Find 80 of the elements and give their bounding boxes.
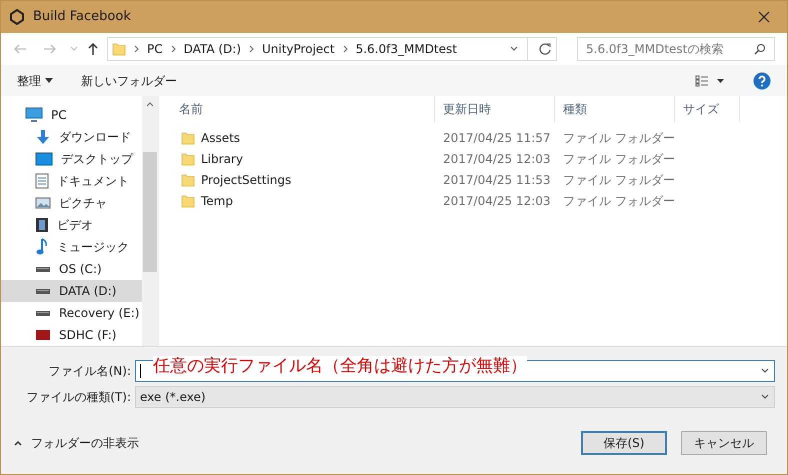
down-arrow-icon <box>35 129 51 145</box>
film-icon <box>35 217 49 233</box>
filetype-label: ファイルの種類(T): <box>25 389 132 406</box>
folder-icon <box>181 130 195 144</box>
filename-label: ファイル名(N): <box>48 363 132 380</box>
monitor-icon <box>25 107 43 123</box>
sidebar-item[interactable]: デスクトップ <box>1 148 142 170</box>
hide-folders-button[interactable]: フォルダーの非表示 <box>13 434 139 452</box>
breadcrumb[interactable]: 5.6.0f3_MMDtest <box>356 40 457 58</box>
chevron-up-icon <box>13 439 23 447</box>
column-header[interactable]: 名前 <box>159 96 435 122</box>
search-field[interactable]: 5.6.0f3_MMDtestの検索 <box>577 37 775 61</box>
file-row[interactable]: Temp 2017/04/25 12:03 ファイル フォルダー <box>159 190 787 211</box>
sidebar-item[interactable]: ピクチャ <box>1 192 142 214</box>
scroll-up-icon[interactable] <box>146 101 154 107</box>
chevron-right-icon <box>249 45 254 53</box>
modified-date: 2017/04/25 11:57 <box>442 130 552 146</box>
file-name: Temp <box>201 192 233 210</box>
sidebar-item[interactable]: DATA (D:) <box>1 280 142 302</box>
breadcrumb[interactable]: PC <box>147 40 163 58</box>
modified-date: 2017/04/25 12:03 <box>442 150 552 168</box>
annotation-text: 任意の実行ファイル名（全角は避けた方が無難） <box>153 356 527 376</box>
drive-icon <box>35 308 51 318</box>
music-note-icon <box>35 238 49 256</box>
chevron-down-icon <box>760 393 770 401</box>
filetype-dropdown[interactable]: exe (*.exe) <box>135 386 775 408</box>
file-row[interactable]: ProjectSettings 2017/04/25 11:53 ファイル フォルダー <box>159 169 787 190</box>
file-type: ファイル フォルダー <box>562 192 676 210</box>
folder-icon <box>181 194 195 208</box>
new-folder-button[interactable]: 新しいフォルダー <box>81 72 177 90</box>
organize-button[interactable]: 整理 <box>17 72 53 90</box>
file-row[interactable]: Assets 2017/04/25 11:57 ファイル フォルダー <box>159 127 787 148</box>
file-name: Library <box>201 150 243 168</box>
file-type: ファイル フォルダー <box>562 130 676 146</box>
sidebar-item[interactable]: OS (C:) <box>1 258 142 280</box>
modified-date: 2017/04/25 12:03 <box>442 192 552 210</box>
chevron-right-icon <box>170 45 176 53</box>
column-header[interactable]: サイズ <box>675 96 740 122</box>
help-icon[interactable] <box>753 72 771 90</box>
caret-icon <box>45 78 53 83</box>
file-type: ファイル フォルダー <box>562 172 676 188</box>
file-name: ProjectSettings <box>201 172 292 188</box>
folder-icon <box>181 172 195 186</box>
column-header[interactable]: 種類 <box>555 96 675 122</box>
save-button[interactable]: 保存(S) <box>581 431 667 455</box>
drive-icon <box>35 286 51 296</box>
sidebar-item[interactable]: SDHC (F:) <box>1 324 142 346</box>
address-bar[interactable]: PC DATA (D:) UnityProject 5.6.0f3_MMDtest <box>107 37 557 61</box>
close-icon <box>758 11 770 23</box>
sd-card-icon <box>35 329 51 341</box>
desktop-icon <box>35 152 53 166</box>
chevron-down-icon[interactable] <box>760 367 770 375</box>
sidebar-item[interactable]: Recovery (E:) <box>1 302 142 324</box>
sidebar-item[interactable]: ダウンロード <box>1 126 142 148</box>
folder-icon <box>181 152 195 166</box>
file-name: Assets <box>201 130 240 146</box>
view-options-icon[interactable] <box>695 74 725 86</box>
chevron-right-icon <box>342 45 348 53</box>
column-header[interactable]: 更新日時 <box>435 96 555 122</box>
modified-date: 2017/04/25 11:53 <box>442 172 552 188</box>
file-row[interactable]: Library 2017/04/25 12:03 ファイル フォルダー <box>159 148 787 169</box>
folder-icon <box>112 42 126 56</box>
cancel-button[interactable]: キャンセル <box>681 431 767 455</box>
breadcrumb[interactable]: DATA (D:) <box>184 40 241 58</box>
picture-icon <box>35 196 51 210</box>
document-icon <box>35 173 49 189</box>
chevron-right-icon <box>134 45 139 53</box>
drive-icon <box>35 264 51 274</box>
sidebar-item[interactable]: ミュージック <box>1 236 142 258</box>
cube-logo-icon <box>9 9 25 25</box>
search-icon <box>754 43 766 55</box>
window-title: Build Facebook <box>33 8 131 26</box>
sidebar-item[interactable]: ドキュメント <box>1 170 142 192</box>
sidebar-item[interactable]: ビデオ <box>1 214 142 236</box>
breadcrumb[interactable]: UnityProject <box>262 40 335 58</box>
chevron-down-icon[interactable] <box>509 45 519 53</box>
scrollbar[interactable] <box>142 96 158 346</box>
up-arrow-icon[interactable] <box>87 42 99 56</box>
file-type: ファイル フォルダー <box>562 150 676 168</box>
sidebar-item[interactable]: PC <box>1 104 142 126</box>
